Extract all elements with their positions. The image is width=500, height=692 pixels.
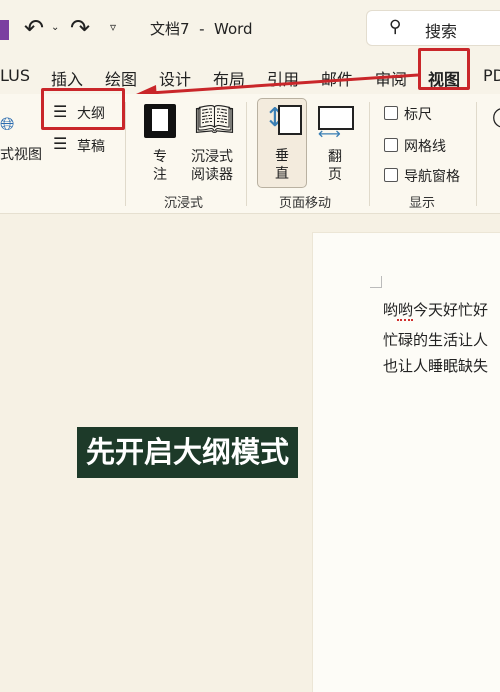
draft-icon[interactable]: ☰ bbox=[53, 134, 67, 153]
web-layout-icon[interactable]: 🌐︎ bbox=[0, 114, 14, 135]
document-line[interactable]: 也让人睡眠缺失 bbox=[383, 355, 488, 376]
draft-button[interactable]: 草稿 bbox=[77, 136, 105, 156]
vertical-label-1: 垂 bbox=[275, 148, 289, 164]
vertical-button[interactable]: ↕ 垂 直 bbox=[257, 98, 307, 188]
ruler-label: 标尺 bbox=[404, 107, 432, 123]
nav-pane-label: 导航窗格 bbox=[404, 169, 460, 185]
focus-label-1[interactable]: 专 bbox=[153, 146, 167, 166]
side-label-2[interactable]: 页 bbox=[328, 164, 342, 184]
web-layout-label[interactable]: 式视图 bbox=[0, 144, 42, 164]
gridlines-checkbox[interactable] bbox=[384, 138, 398, 152]
reader-label-1[interactable]: 沉浸式 bbox=[191, 146, 233, 166]
document-line[interactable]: 忙碌的生活让人 bbox=[383, 329, 488, 350]
nav-pane-checkbox[interactable] bbox=[384, 168, 398, 182]
show-group-label: 显示 bbox=[409, 196, 436, 211]
spellcheck-squiggle bbox=[397, 319, 413, 321]
page-movement-group-label: 页面移动 bbox=[279, 196, 332, 211]
margin-mark bbox=[370, 276, 382, 288]
outline-icon[interactable]: ☰ bbox=[53, 102, 67, 121]
focus-icon[interactable] bbox=[144, 104, 176, 138]
video-caption: 先开启大纲模式 bbox=[77, 427, 299, 478]
gridlines-label: 网格线 bbox=[404, 139, 446, 155]
document-line[interactable]: 哟哟今天好忙好 bbox=[383, 299, 488, 320]
document-page[interactable]: 哟哟今天好忙好 忙碌的生活让人 也让人睡眠缺失 bbox=[312, 232, 500, 692]
horizontal-arrow-icon: ⟷ bbox=[318, 124, 341, 143]
outline-button[interactable]: 大纲 bbox=[77, 103, 105, 123]
immersive-reader-icon[interactable]: 📖︎ bbox=[194, 100, 235, 138]
side-label-1[interactable]: 翻 bbox=[328, 146, 342, 166]
zoom-icon[interactable]: ◯ bbox=[492, 104, 500, 128]
vertical-label-2: 直 bbox=[275, 166, 289, 182]
focus-label-2[interactable]: 注 bbox=[153, 164, 167, 184]
immersive-group-label: 沉浸式 bbox=[164, 196, 204, 211]
ribbon: 🌐︎ 式视图 ☰ 大纲 ☰ 草稿 专 注 📖︎ 沉浸式 阅读器 沉浸式 ↕ 垂 … bbox=[0, 88, 500, 214]
reader-label-2[interactable]: 阅读器 bbox=[191, 164, 233, 184]
ruler-checkbox[interactable] bbox=[384, 106, 398, 120]
